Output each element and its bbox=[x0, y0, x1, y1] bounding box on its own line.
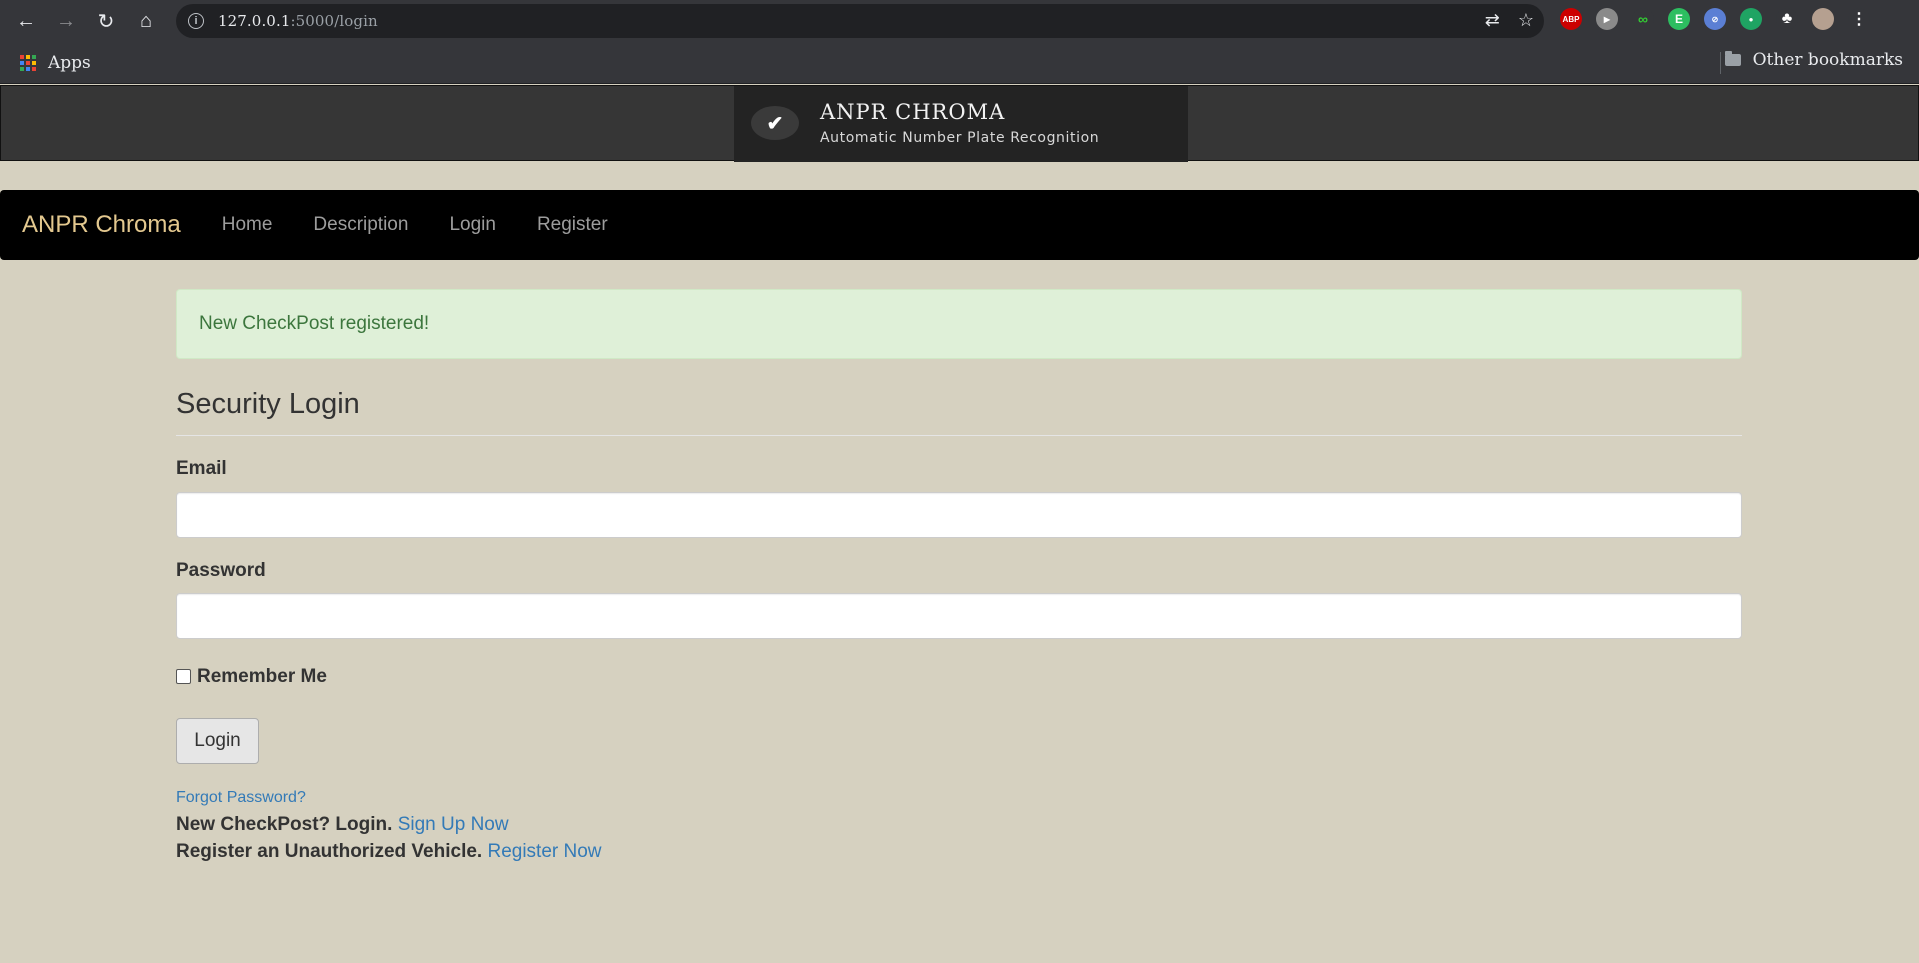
apps-grid-icon[interactable] bbox=[20, 54, 36, 71]
browser-toolbar: ← → ↻ ⌂ i 127.0.0.1:5000/login ⇄ ☆ ABP ▶… bbox=[0, 0, 1919, 42]
site-header: ✔ ANPR CHROMA Automatic Number Plate Rec… bbox=[0, 85, 1919, 162]
form-legend: Security Login bbox=[176, 388, 1742, 436]
url-host: 127.0.0.1 bbox=[218, 12, 291, 30]
remember-label: Remember Me bbox=[197, 666, 327, 687]
blocker-extension-icon[interactable]: ⊘ bbox=[1704, 8, 1726, 30]
bookmark-divider bbox=[1720, 52, 1721, 74]
login-button[interactable]: Login bbox=[176, 718, 259, 764]
other-bookmarks-label: Other bookmarks bbox=[1752, 50, 1903, 70]
register-line: Register an Unauthorized Vehicle. Regist… bbox=[176, 841, 602, 863]
back-icon[interactable]: ← bbox=[12, 7, 40, 35]
star-icon[interactable]: ☆ bbox=[1518, 10, 1534, 31]
other-bookmarks[interactable]: Other bookmarks bbox=[1724, 50, 1903, 70]
green-extension-icon[interactable]: ● bbox=[1740, 8, 1762, 30]
register-link[interactable]: Register Now bbox=[487, 841, 601, 862]
play-extension-icon[interactable]: ▶ bbox=[1596, 8, 1618, 30]
success-alert: New CheckPost registered! bbox=[176, 289, 1742, 359]
folder-icon bbox=[1724, 51, 1741, 66]
translate-icon[interactable]: ⇄ bbox=[1485, 10, 1500, 31]
navbar: ANPR Chroma Home Description Login Regis… bbox=[0, 190, 1919, 260]
forgot-password-link[interactable]: Forgot Password? bbox=[176, 789, 306, 807]
password-label: Password bbox=[176, 560, 266, 581]
remember-me[interactable]: Remember Me bbox=[176, 666, 327, 688]
password-field[interactable] bbox=[176, 593, 1742, 639]
url-text[interactable]: 127.0.0.1:5000/login bbox=[218, 12, 378, 30]
nav-description[interactable]: Description bbox=[313, 214, 408, 236]
url-path: :5000/login bbox=[290, 12, 378, 30]
nav-home[interactable]: Home bbox=[222, 214, 273, 236]
register-text: Register an Unauthorized Vehicle. bbox=[176, 841, 483, 862]
site-info-icon[interactable]: i bbox=[188, 13, 204, 29]
forward-icon[interactable]: → bbox=[52, 7, 80, 35]
puzzle-icon[interactable]: ♣ bbox=[1776, 8, 1798, 30]
signup-link[interactable]: Sign Up Now bbox=[398, 814, 509, 835]
apps-bookmark[interactable]: Apps bbox=[48, 53, 91, 73]
nav-login[interactable]: Login bbox=[449, 214, 496, 236]
home-icon[interactable]: ⌂ bbox=[132, 7, 160, 35]
navbar-brand[interactable]: ANPR Chroma bbox=[22, 211, 181, 239]
extensions-bar: ABP ▶ ∞ E ⊘ ● ♣ ⋮ bbox=[1560, 8, 1870, 30]
adblock-icon[interactable]: ABP bbox=[1560, 8, 1582, 30]
reload-icon[interactable]: ↻ bbox=[92, 7, 120, 35]
evernote-icon[interactable]: E bbox=[1668, 8, 1690, 30]
menu-dots-icon[interactable]: ⋮ bbox=[1848, 8, 1870, 30]
glasses-extension-icon[interactable]: ∞ bbox=[1632, 8, 1654, 30]
logo-banner: ✔ ANPR CHROMA Automatic Number Plate Rec… bbox=[734, 86, 1188, 162]
address-bar[interactable]: i 127.0.0.1:5000/login ⇄ ☆ bbox=[176, 4, 1544, 38]
logo-title: ANPR CHROMA bbox=[820, 100, 1006, 124]
email-label: Email bbox=[176, 458, 227, 479]
signup-line: New CheckPost? Login. Sign Up Now bbox=[176, 814, 509, 836]
nav-register[interactable]: Register bbox=[537, 214, 608, 236]
remember-checkbox[interactable] bbox=[176, 668, 191, 684]
profile-avatar[interactable] bbox=[1812, 8, 1834, 30]
email-field[interactable] bbox=[176, 492, 1742, 538]
bookmarks-bar: Apps Other bookmarks bbox=[0, 42, 1919, 84]
alert-message: New CheckPost registered! bbox=[199, 313, 430, 334]
check-logo-icon: ✔ bbox=[751, 106, 799, 140]
signup-text: New CheckPost? Login. bbox=[176, 814, 393, 835]
logo-subtitle: Automatic Number Plate Recognition bbox=[820, 130, 1100, 146]
